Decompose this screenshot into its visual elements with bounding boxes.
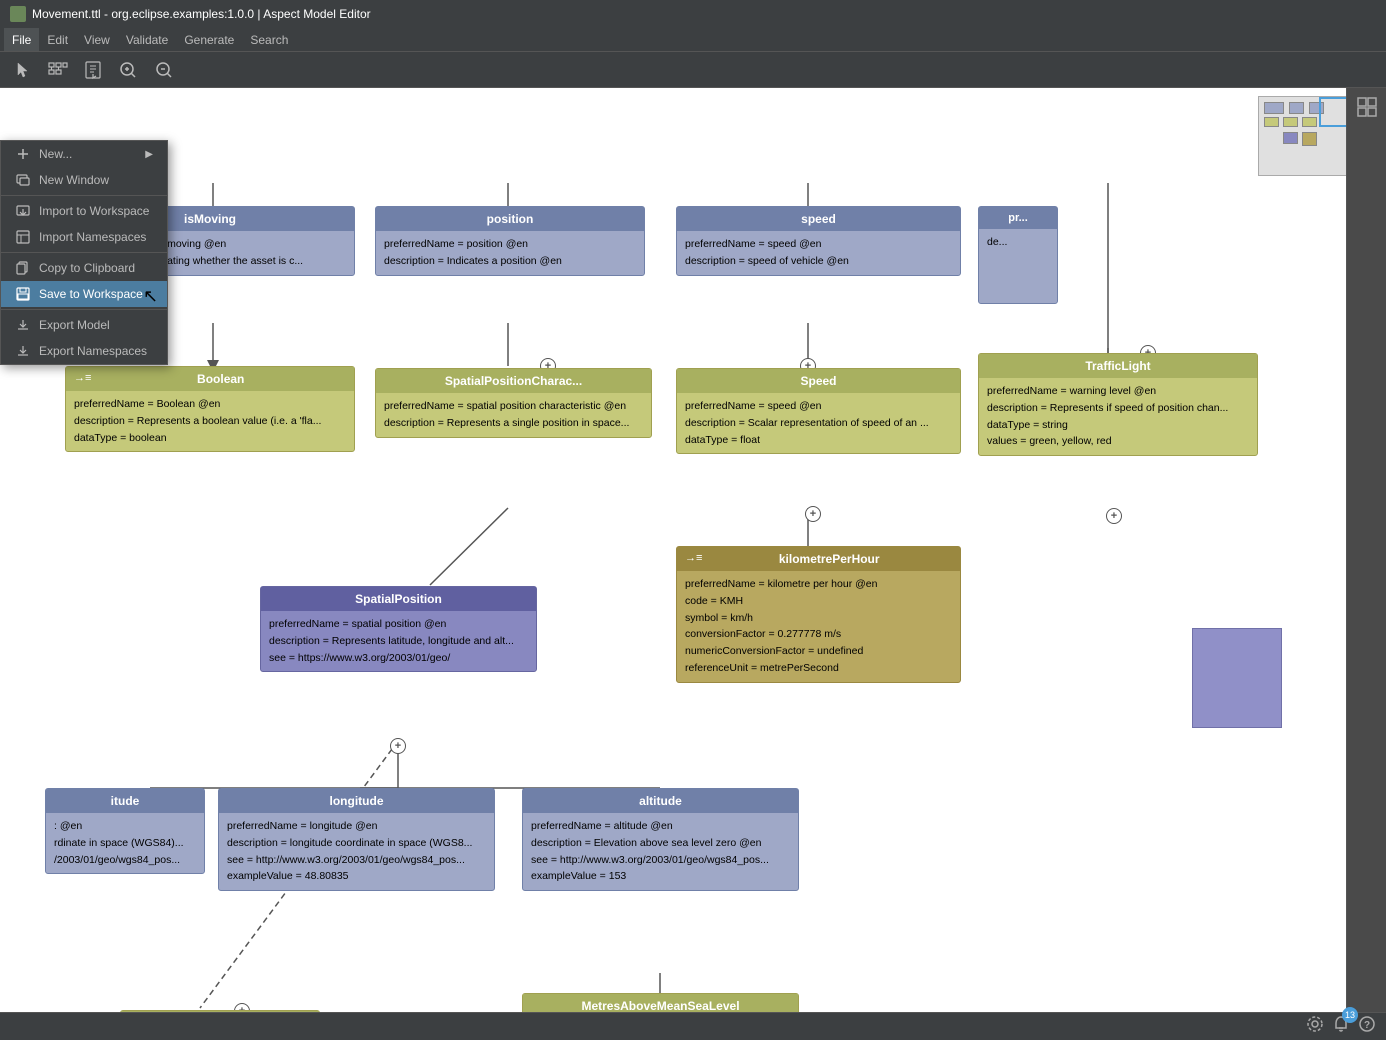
node-latitude-body: : @en rdinate in space (WGS84)... /2003/… [46, 813, 204, 873]
menubar: File Edit View Validate Generate Search [0, 28, 1386, 52]
import-namespaces-icon [15, 229, 31, 245]
node-partial-right[interactable]: pr... de... [978, 206, 1058, 304]
export-namespaces-icon [15, 343, 31, 359]
cursor-tool[interactable] [8, 57, 38, 83]
menu-import-workspace[interactable]: Import to Workspace [1, 198, 167, 224]
minimap-panel [1346, 88, 1386, 1040]
node-altitude[interactable]: altitude preferredName = altitude @en de… [522, 788, 799, 891]
node-longitude[interactable]: longitude preferredName = longitude @en … [218, 788, 495, 891]
node-speed[interactable]: speed preferredName = speed @en descript… [676, 206, 961, 276]
node-kilometreperhour[interactable]: →≡kilometrePerHour preferredName = kilom… [676, 546, 961, 683]
notification-count: 13 [1342, 1007, 1358, 1023]
menu-copy-clipboard[interactable]: Copy to Clipboard [1, 255, 167, 281]
import-workspace-icon [15, 203, 31, 219]
node-longitude-body: preferredName = longitude @en descriptio… [219, 813, 494, 890]
menu-view[interactable]: View [76, 28, 118, 51]
menu-new-window[interactable]: New Window [1, 167, 167, 193]
node-spatialposcharac-header: SpatialPositionCharac... [376, 369, 651, 393]
export-tool[interactable] [78, 56, 108, 84]
menu-export-model[interactable]: Export Model [1, 312, 167, 338]
copy-clipboard-icon [15, 260, 31, 276]
node-spatialposcharac-body: preferredName = spatial position charact… [376, 393, 651, 437]
node-boolean[interactable]: →≡Boolean preferredName = Boolean @en de… [65, 366, 355, 452]
new-window-icon [15, 172, 31, 188]
node-trafficlight[interactable]: TrafficLight preferredName = warning lev… [978, 353, 1258, 456]
node-trafficlight-body: preferredName = warning level @en descri… [979, 378, 1257, 455]
minimap-grid-icon[interactable] [1356, 96, 1378, 123]
settings-icon[interactable] [1306, 1015, 1324, 1038]
node-speed-char-header: Speed [677, 369, 960, 393]
menu-separator-2 [1, 252, 167, 253]
menu-file[interactable]: File [4, 28, 39, 51]
node-boolean-header: →≡Boolean [66, 367, 354, 391]
menu-separator-1 [1, 195, 167, 196]
node-position-body: preferredName = position @en description… [376, 231, 644, 275]
main-content: isMoving preferredName = is moving @en d… [0, 88, 1386, 1040]
node-position-header: position [376, 207, 644, 231]
node-boolean-body: preferredName = Boolean @en description … [66, 391, 354, 451]
menu-edit[interactable]: Edit [39, 28, 76, 51]
menu-generate[interactable]: Generate [176, 28, 242, 51]
node-speed-char-body: preferredName = speed @en description = … [677, 393, 960, 453]
node-altitude-header: altitude [523, 789, 798, 813]
window-title: Movement.ttl - org.eclipse.examples:1.0.… [32, 7, 371, 21]
node-trafficlight-header: TrafficLight [979, 354, 1257, 378]
app-icon [10, 6, 26, 22]
plus-spatialposition-bottom[interactable]: + [390, 738, 406, 754]
menu-search[interactable]: Search [242, 28, 296, 51]
node-speed-body: preferredName = speed @en description = … [677, 231, 960, 275]
toolbar [0, 52, 1386, 88]
help-icon[interactable]: ? [1358, 1015, 1376, 1038]
node-kilometreperhour-body: preferredName = kilometre per hour @en c… [677, 571, 960, 682]
menu-validate[interactable]: Validate [118, 28, 176, 51]
node-partial-purple-right[interactable] [1192, 628, 1282, 728]
menu-save-workspace[interactable]: Save to Workspace [1, 281, 167, 307]
node-speed-header: speed [677, 207, 960, 231]
menu-import-namespaces[interactable]: Import Namespaces [1, 224, 167, 250]
node-kilometreperhour-header: →≡kilometrePerHour [677, 547, 960, 571]
save-workspace-icon [15, 286, 31, 302]
node-spatialposition-body: preferredName = spatial position @en des… [261, 611, 536, 671]
file-context-menu: New... ▶ New Window Impor [0, 140, 168, 365]
titlebar: Movement.ttl - org.eclipse.examples:1.0.… [0, 0, 1386, 28]
node-spatialposition[interactable]: SpatialPosition preferredName = spatial … [260, 586, 537, 672]
node-altitude-body: preferredName = altitude @en description… [523, 813, 798, 890]
statusbar: 13 ? [0, 1012, 1386, 1040]
export-model-icon [15, 317, 31, 333]
zoom-in-button[interactable] [112, 56, 144, 84]
node-speed-char[interactable]: Speed preferredName = speed @en descript… [676, 368, 961, 454]
menu-new[interactable]: New... ▶ [1, 141, 167, 167]
node-longitude-header: longitude [219, 789, 494, 813]
node-position[interactable]: position preferredName = position @en de… [375, 206, 645, 276]
node-spatialposcharac[interactable]: SpatialPositionCharac... preferredName =… [375, 368, 652, 438]
menu-separator-3 [1, 309, 167, 310]
node-latitude[interactable]: itude : @en rdinate in space (WGS84)... … [45, 788, 205, 874]
menu-export-namespaces[interactable]: Export Namespaces [1, 338, 167, 364]
new-icon [15, 146, 31, 162]
plus-speed-char-bottom[interactable]: + [805, 506, 821, 522]
diagram-tool[interactable] [42, 58, 74, 82]
node-spatialposition-header: SpatialPosition [261, 587, 536, 611]
zoom-out-button[interactable] [148, 56, 180, 84]
node-latitude-header: itude [46, 789, 204, 813]
notifications-area: 13 [1332, 1015, 1350, 1038]
svg-text:?: ? [1364, 1020, 1370, 1031]
plus-trafficlight-bottom[interactable]: + [1106, 508, 1122, 524]
